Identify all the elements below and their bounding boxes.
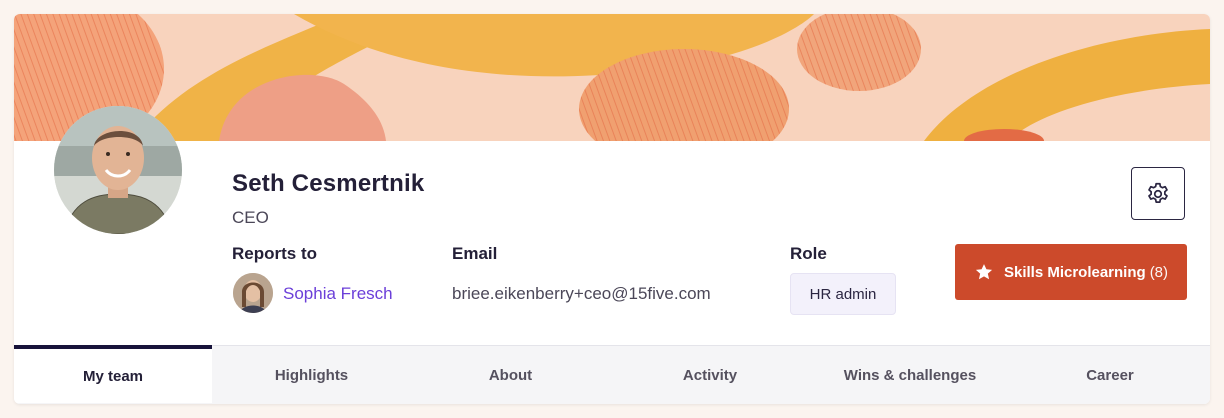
tab-wins-challenges[interactable]: Wins & challenges [810, 346, 1010, 404]
skills-button-label: Skills Microlearning [1003, 263, 1146, 281]
skills-count: (8) [1149, 263, 1169, 281]
role-label: Role [790, 244, 827, 263]
tab-highlights[interactable]: Highlights [212, 346, 411, 404]
tab-about[interactable]: About [411, 346, 610, 404]
tab-career[interactable]: Career [1010, 346, 1210, 404]
role-badge: HR admin [790, 273, 896, 315]
gear-icon [1145, 181, 1171, 207]
profile-tabs: My team Highlights About Activity Wins &… [14, 345, 1210, 404]
manager-avatar[interactable] [233, 273, 273, 313]
profile-card: Seth Cesmertnik CEO Reports to Email Rol… [14, 14, 1210, 404]
email-label: Email [452, 244, 498, 263]
settings-button[interactable] [1131, 167, 1185, 220]
tab-activity[interactable]: Activity [610, 346, 810, 404]
profile-avatar [54, 106, 182, 234]
profile-name: Seth Cesmertnik [232, 170, 425, 197]
tab-my-team[interactable]: My team [14, 345, 212, 403]
email-value: briee.eikenberry+ceo@15five.com [452, 284, 711, 303]
star-icon [974, 262, 994, 282]
manager-name-link[interactable]: Sophia Fresch [283, 284, 393, 304]
profile-banner [14, 14, 1210, 141]
skills-microlearning-button[interactable]: Skills Microlearning (8) [955, 244, 1187, 300]
profile-title: CEO [232, 208, 269, 227]
reports-to-label: Reports to [232, 244, 317, 263]
